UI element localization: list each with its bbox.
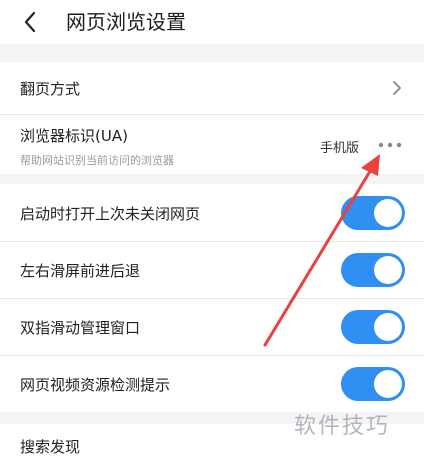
watermark: 软件技巧 [294,414,391,439]
annotation-arrow-icon [263,154,380,347]
